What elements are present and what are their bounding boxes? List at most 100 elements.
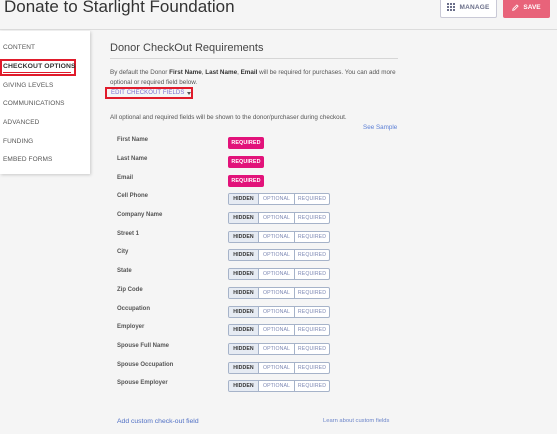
edit-checkout-fields-dropdown[interactable]: EDIT CHECKOUT FIELDS (105, 87, 193, 99)
required-option[interactable]: REQUIRED (295, 232, 329, 242)
field-row: State HIDDEN OPTIONAL REQUIRED (0, 268, 557, 280)
field-label: Last Name (117, 156, 148, 162)
requirement-toggle: HIDDEN OPTIONAL REQUIRED (228, 362, 330, 374)
fields-note: All optional and required fields will be… (110, 114, 347, 121)
hidden-option[interactable]: HIDDEN (229, 232, 259, 242)
required-option[interactable]: REQUIRED (295, 288, 329, 298)
field-label: Employer (117, 324, 145, 330)
sidebar-item-checkout-options[interactable]: CHECKOUT OPTIONS (3, 63, 76, 70)
required-option[interactable]: REQUIRED (295, 213, 329, 223)
hidden-option[interactable]: HIDDEN (229, 250, 259, 260)
required-option[interactable]: REQUIRED (295, 381, 329, 391)
section-title: Donor CheckOut Requirements (110, 42, 264, 54)
field-row: Spouse Occupation HIDDEN OPTIONAL REQUIRED (0, 362, 557, 374)
email-emphasis: Email (240, 69, 258, 76)
required-option[interactable]: REQUIRED (295, 344, 329, 354)
intro-text: By default the Donor First Name, Last Na… (110, 69, 396, 86)
field-label: Cell Phone (117, 193, 149, 199)
requirement-toggle: HIDDEN OPTIONAL REQUIRED (228, 343, 330, 355)
field-label: Email (117, 175, 134, 181)
page-title: Donate to Starlight Foundation (4, 0, 235, 16)
requirement-toggle: HIDDEN OPTIONAL REQUIRED (228, 212, 330, 224)
requirement-toggle: HIDDEN OPTIONAL REQUIRED (228, 249, 330, 261)
required-badge: REQUIRED (228, 137, 264, 149)
manage-button[interactable]: MANAGE (440, 0, 497, 18)
optional-option[interactable]: OPTIONAL (259, 325, 295, 335)
field-row: Occupation HIDDEN OPTIONAL REQUIRED (0, 306, 557, 318)
field-row: Cell Phone HIDDEN OPTIONAL REQUIRED (0, 193, 557, 205)
field-row: Zip Code HIDDEN OPTIONAL REQUIRED (0, 287, 557, 299)
hidden-option[interactable]: HIDDEN (229, 381, 259, 391)
hidden-option[interactable]: HIDDEN (229, 307, 259, 317)
requirement-toggle: HIDDEN OPTIONAL REQUIRED (228, 193, 330, 205)
requirement-toggle: HIDDEN OPTIONAL REQUIRED (228, 306, 330, 318)
field-row: City HIDDEN OPTIONAL REQUIRED (0, 249, 557, 261)
field-label: City (117, 249, 129, 255)
field-row: Last Name REQUIRED (0, 156, 557, 168)
required-option[interactable]: REQUIRED (295, 194, 329, 204)
field-label: State (117, 268, 132, 274)
field-row: Spouse Full Name HIDDEN OPTIONAL REQUIRED (0, 343, 557, 355)
required-option[interactable]: REQUIRED (295, 269, 329, 279)
hidden-option[interactable]: HIDDEN (229, 344, 259, 354)
required-option[interactable]: REQUIRED (295, 250, 329, 260)
caret-down-icon (187, 91, 192, 95)
field-label: Street 1 (117, 231, 140, 237)
manage-button-label: MANAGE (459, 3, 490, 11)
optional-option[interactable]: OPTIONAL (259, 288, 295, 298)
title-divider (110, 58, 398, 59)
hidden-option[interactable]: HIDDEN (229, 288, 259, 298)
hidden-option[interactable]: HIDDEN (229, 194, 259, 204)
required-option[interactable]: REQUIRED (295, 325, 329, 335)
save-button[interactable]: SAVE (503, 0, 550, 18)
field-label: Company Name (117, 212, 163, 218)
active-underline (3, 72, 71, 73)
first-name-emphasis: First Name (169, 69, 202, 76)
field-row: Street 1 HIDDEN OPTIONAL REQUIRED (0, 231, 557, 243)
sidebar-item-advanced[interactable]: ADVANCED (3, 119, 39, 126)
field-label: First Name (117, 137, 149, 143)
field-row: Spouse Employer HIDDEN OPTIONAL REQUIRED (0, 380, 557, 392)
optional-option[interactable]: OPTIONAL (259, 213, 295, 223)
requirement-toggle: HIDDEN OPTIONAL REQUIRED (228, 231, 330, 243)
hidden-option[interactable]: HIDDEN (229, 363, 259, 373)
hidden-option[interactable]: HIDDEN (229, 213, 259, 223)
hidden-option[interactable]: HIDDEN (229, 269, 259, 279)
optional-option[interactable]: OPTIONAL (259, 194, 295, 204)
add-custom-field-link[interactable]: Add custom check-out field (117, 418, 199, 425)
hidden-option[interactable]: HIDDEN (229, 325, 259, 335)
learn-custom-fields-link[interactable]: Learn about custom fields (323, 418, 389, 424)
required-option[interactable]: REQUIRED (295, 363, 329, 373)
field-row: Company Name HIDDEN OPTIONAL REQUIRED (0, 212, 557, 224)
grid-icon (447, 3, 456, 11)
optional-option[interactable]: OPTIONAL (259, 344, 295, 354)
optional-option[interactable]: OPTIONAL (259, 250, 295, 260)
optional-option[interactable]: OPTIONAL (259, 307, 295, 317)
edit-checkout-fields-label: EDIT CHECKOUT FIELDS (111, 90, 185, 96)
field-row: Employer HIDDEN OPTIONAL REQUIRED (0, 324, 557, 336)
sidebar-item-giving-levels[interactable]: GIVING LEVELS (3, 82, 53, 89)
last-name-emphasis: Last Name (205, 69, 238, 76)
optional-option[interactable]: OPTIONAL (259, 363, 295, 373)
required-badge: REQUIRED (228, 156, 264, 168)
field-label: Spouse Employer (117, 380, 168, 386)
required-option[interactable]: REQUIRED (295, 307, 329, 317)
field-row: First Name REQUIRED (0, 137, 557, 149)
requirement-toggle: HIDDEN OPTIONAL REQUIRED (228, 380, 330, 392)
sidebar-item-communications[interactable]: COMMUNICATIONS (3, 100, 65, 107)
top-bar: Donate to Starlight Foundation MANAGE SA… (0, 0, 557, 30)
see-sample-link[interactable]: See Sample (363, 124, 397, 131)
requirement-toggle: HIDDEN OPTIONAL REQUIRED (228, 268, 330, 280)
save-button-label: SAVE (523, 3, 541, 11)
optional-option[interactable]: OPTIONAL (259, 381, 295, 391)
optional-option[interactable]: OPTIONAL (259, 269, 295, 279)
required-badge: REQUIRED (228, 175, 264, 187)
requirement-toggle: HIDDEN OPTIONAL REQUIRED (228, 287, 330, 299)
field-row: Email REQUIRED (0, 175, 557, 187)
sidebar-item-content[interactable]: CONTENT (3, 44, 35, 51)
field-label: Spouse Occupation (117, 362, 174, 368)
edit-icon (512, 3, 520, 11)
optional-option[interactable]: OPTIONAL (259, 232, 295, 242)
field-label: Occupation (117, 306, 151, 312)
requirement-toggle: HIDDEN OPTIONAL REQUIRED (228, 324, 330, 336)
